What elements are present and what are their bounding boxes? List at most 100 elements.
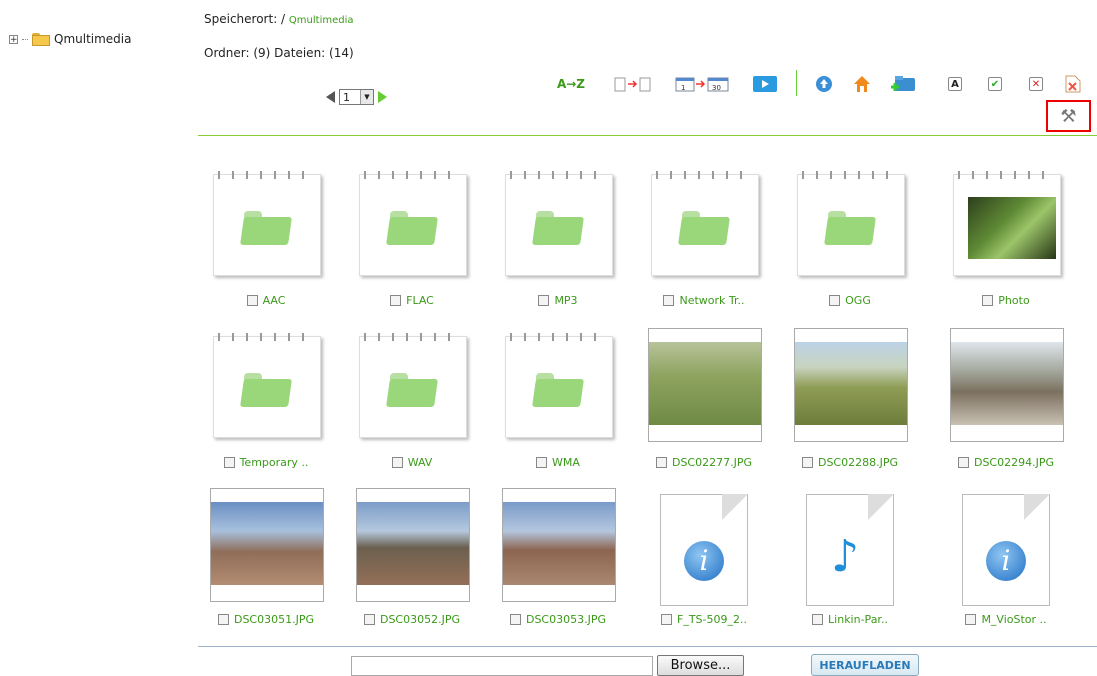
file-item-label: AAC [210,294,322,307]
item-checkbox[interactable] [801,457,813,468]
file-item-label: F_TS-509_2.. [648,613,760,626]
folder-thumbnail[interactable] [210,330,322,442]
check-icon: ✔ [988,77,1002,91]
info-icon: i [986,541,1026,581]
folder-thumbnail[interactable] [502,168,614,280]
photo-thumbnail[interactable] [502,488,616,602]
item-name[interactable]: AAC [263,294,286,307]
folder-thumbnail[interactable] [794,168,906,280]
item-name[interactable]: DSC03052.JPG [380,613,460,626]
item-checkbox[interactable] [246,295,258,306]
item-name[interactable]: Temporary .. [240,456,309,469]
file-item-label: WMA [502,456,614,469]
folder-thumbnail[interactable] [648,168,760,280]
item-checkbox[interactable] [957,457,969,468]
item-checkbox[interactable] [661,614,672,625]
item-checkbox[interactable] [829,295,841,306]
file-item-label: DSC02294.JPG [950,456,1062,469]
item-checkbox[interactable] [509,614,521,625]
item-name[interactable]: WAV [408,456,433,469]
item-name[interactable]: DSC02294.JPG [974,456,1054,469]
file-item-label: Network Tr.. [648,294,760,307]
new-folder-icon[interactable] [889,72,917,96]
browse-button[interactable]: Browse... [657,655,744,676]
upload-button[interactable]: HERAUFLADEN [811,654,919,676]
upload-bar: Browse... HERAUFLADEN [0,654,1097,676]
item-name[interactable]: M_VioStor .. [981,613,1046,626]
folder-preview-image [968,197,1056,259]
photo-thumbnail[interactable] [794,328,908,442]
toolbar-separator [796,70,797,96]
item-name[interactable]: Network Tr.. [679,294,744,307]
expand-icon[interactable]: + [9,34,18,44]
item-checkbox[interactable] [391,457,403,468]
next-page-icon[interactable] [378,91,387,103]
item-checkbox[interactable] [390,295,402,306]
photo-thumbnail[interactable] [648,328,762,442]
location-breadcrumb: Speicherort: / Qmultimedia [204,12,354,26]
chevron-down-icon[interactable]: ▼ [360,90,373,104]
item-name[interactable]: FLAC [406,294,434,307]
folder-icon [532,373,584,407]
item-name[interactable]: DSC02277.JPG [672,456,752,469]
photo-thumbnail[interactable] [950,328,1064,442]
tree-root-label[interactable]: Qmultimedia [54,32,132,46]
folder-thumbnail[interactable] [950,168,1062,280]
item-checkbox[interactable] [538,295,550,306]
home-icon[interactable] [852,72,872,96]
folder-thumbnail[interactable] [356,330,468,442]
item-checkbox[interactable] [663,295,675,306]
photo-thumbnail[interactable] [210,488,324,602]
up-folder-icon[interactable] [814,72,834,96]
photo-frame [794,328,908,442]
info-file-thumbnail[interactable]: i [950,492,1062,606]
deselect-all-icon[interactable]: ✕ [1027,72,1045,96]
file-item-label: DSC02288.JPG [794,456,906,469]
photo-frame [210,488,324,602]
item-name[interactable]: MP3 [554,294,577,307]
folder-icon [386,211,438,245]
sort-az-icon[interactable]: A→Z [554,72,588,96]
item-checkbox[interactable] [223,457,235,468]
photo-frame [502,488,616,602]
item-checkbox[interactable] [655,457,667,468]
file-item-label: DSC02277.JPG [648,456,760,469]
audio-file-thumbnail[interactable]: ♪ [794,492,906,606]
photo-thumbnail[interactable] [356,488,470,602]
notepad-frame [213,171,321,276]
info-file-thumbnail[interactable]: i [648,492,760,606]
item-name[interactable]: Photo [998,294,1029,307]
slideshow-play-icon[interactable] [752,72,778,96]
upload-file-input[interactable] [351,656,653,676]
item-checkbox[interactable] [812,614,824,625]
folder-thumbnail[interactable] [356,168,468,280]
pager: 1 ▼ [326,89,387,105]
item-name[interactable]: DSC03053.JPG [526,613,606,626]
file-transfer-icon[interactable] [613,72,653,96]
item-checkbox[interactable] [965,614,977,625]
item-name[interactable]: DSC03051.JPG [234,613,314,626]
page-select[interactable]: 1 ▼ [339,89,374,105]
item-name[interactable]: DSC02288.JPG [818,456,898,469]
item-name[interactable]: Linkin-Par.. [828,613,888,626]
item-checkbox[interactable] [536,457,548,468]
item-checkbox[interactable] [363,614,375,625]
prev-page-icon[interactable] [326,91,335,103]
notepad-frame [359,171,467,276]
folder-thumbnail[interactable] [210,168,322,280]
folder-thumbnail[interactable] [502,330,614,442]
location-folder-link[interactable]: Qmultimedia [289,15,354,26]
file-item-label: Temporary .. [210,456,322,469]
item-name[interactable]: WMA [552,456,580,469]
rename-icon[interactable]: A [946,72,964,96]
item-checkbox[interactable] [217,614,229,625]
delete-icon[interactable] [1064,72,1082,96]
item-checkbox[interactable] [982,295,994,306]
tools-icon[interactable]: ⚒ [1046,100,1091,132]
calendar-range-icon[interactable]: 1 30 [675,72,731,96]
item-name[interactable]: OGG [845,294,871,307]
item-name[interactable]: F_TS-509_2.. [677,613,747,626]
folder-icon [32,32,50,46]
folder-icon [240,211,292,245]
select-all-icon[interactable]: ✔ [986,72,1004,96]
